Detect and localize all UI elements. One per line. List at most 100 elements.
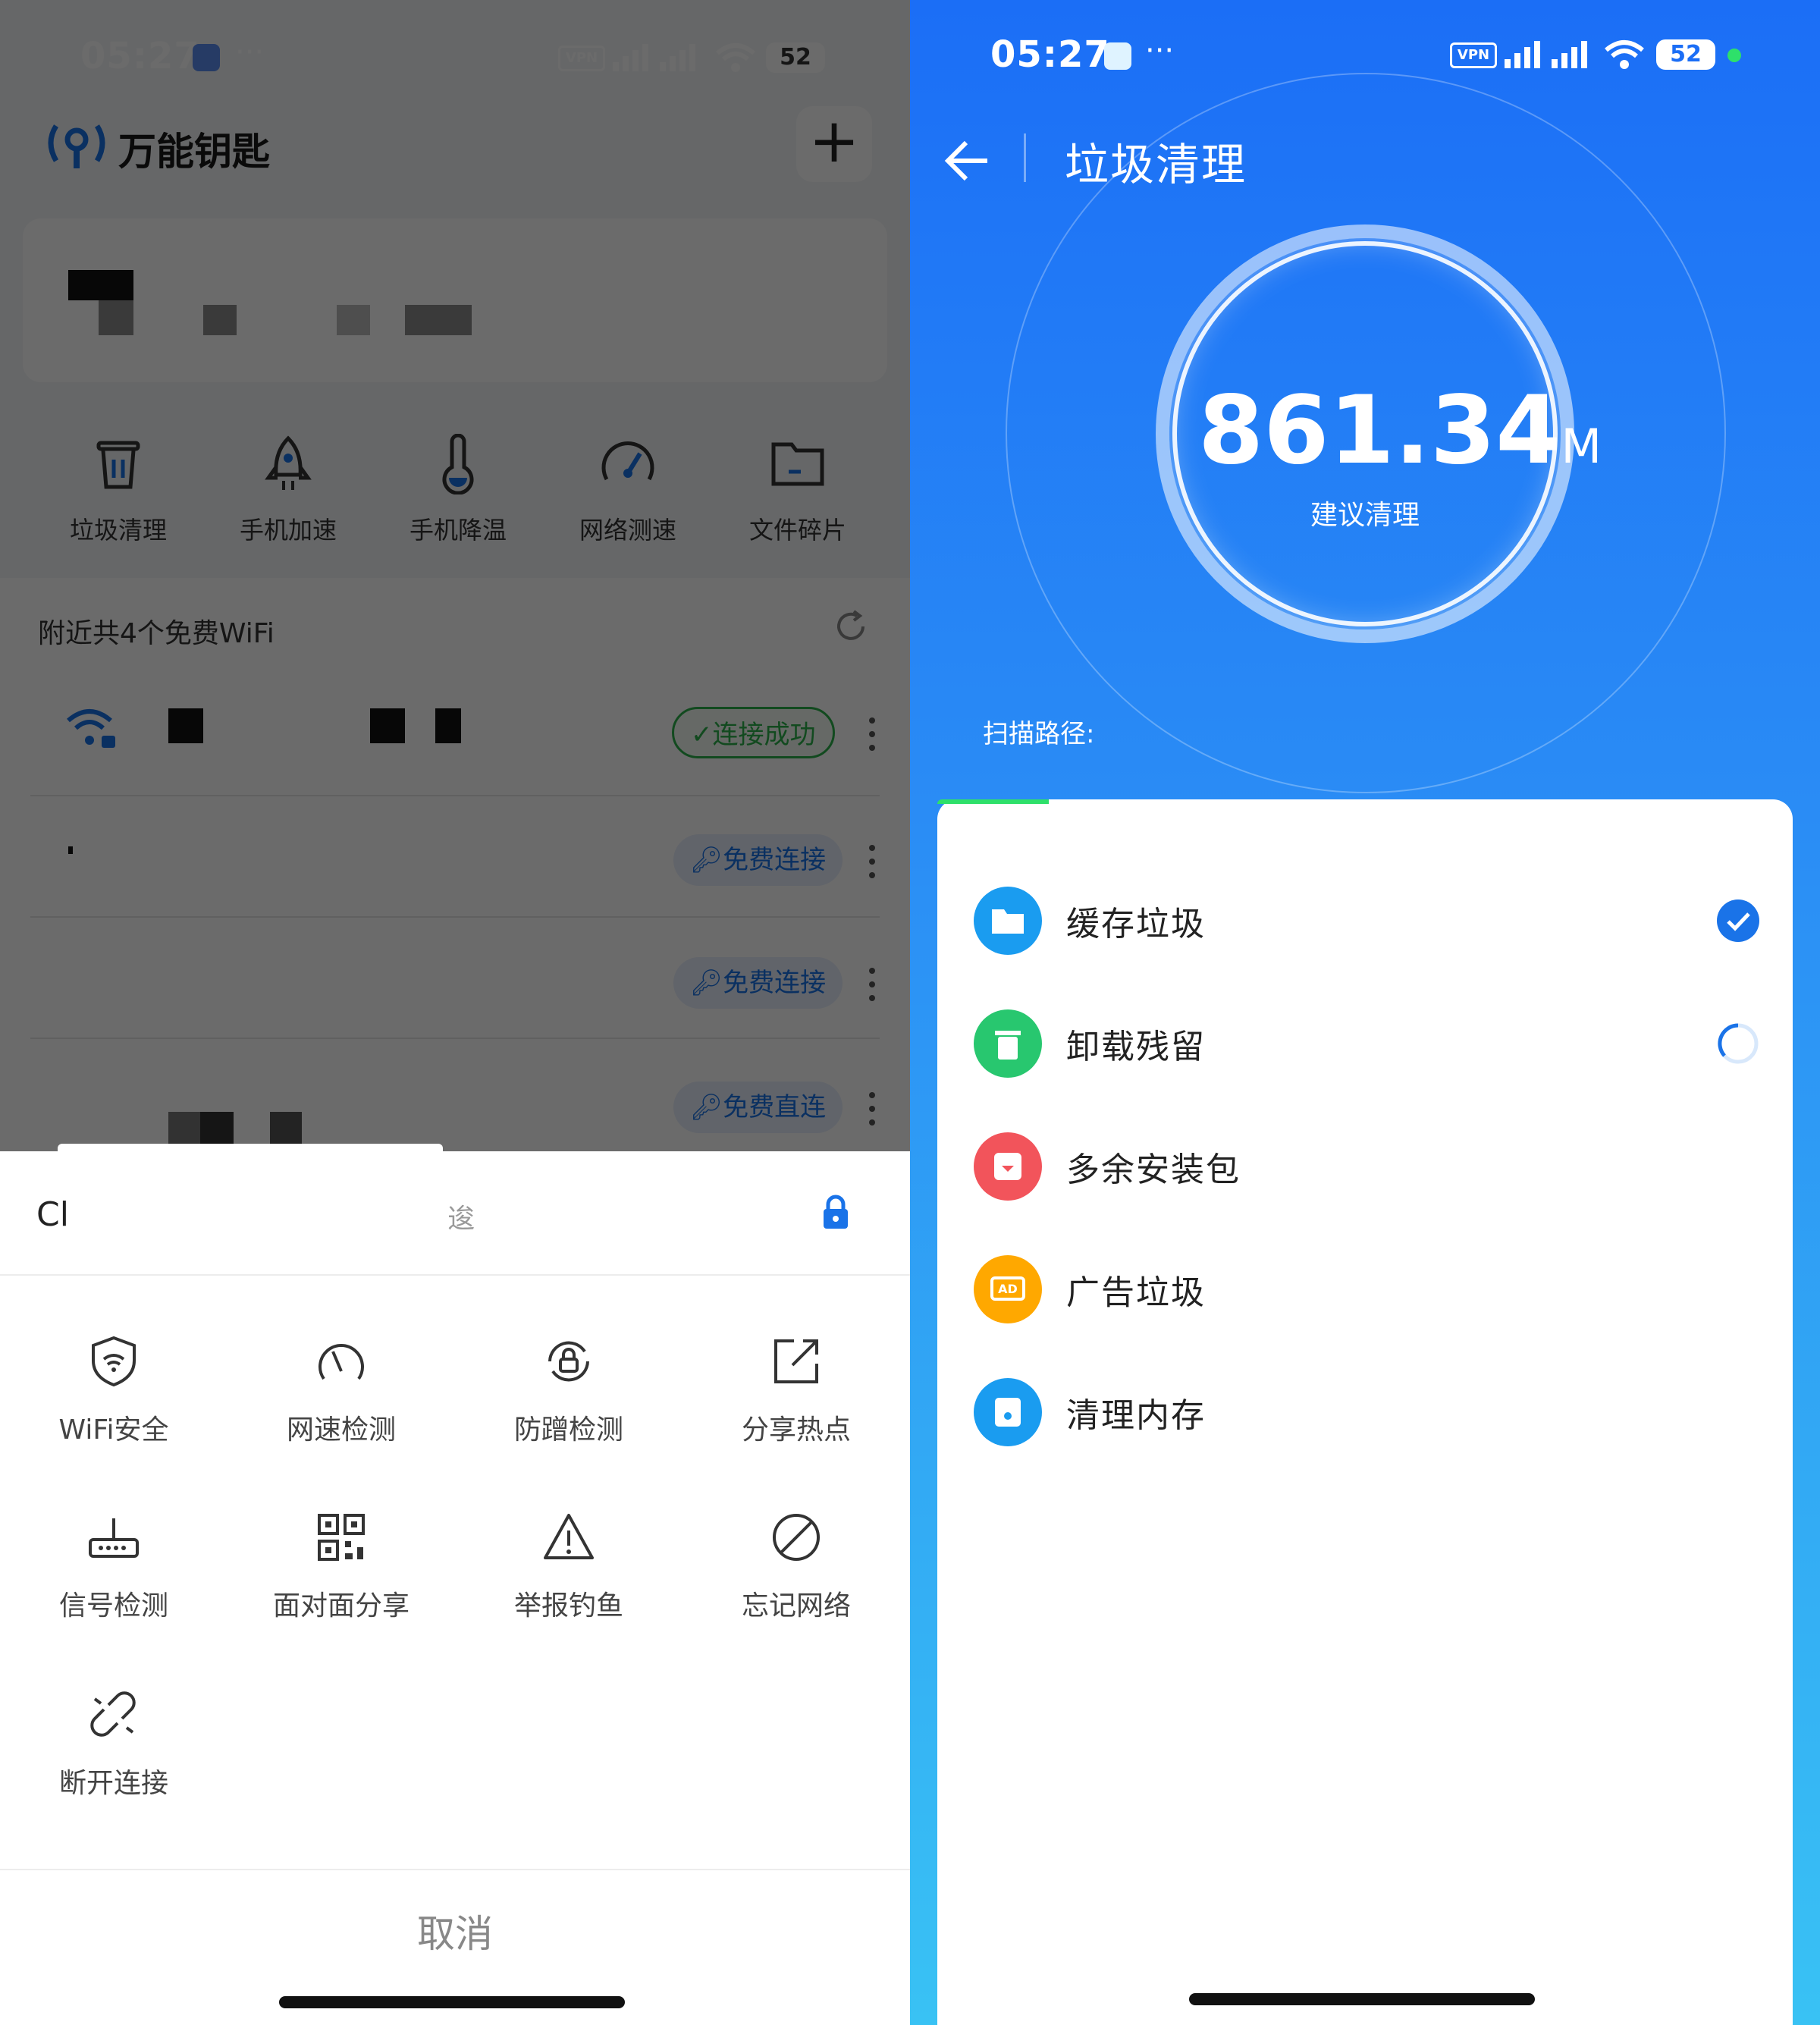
- action-disconnect[interactable]: 断开连接: [0, 1688, 228, 1801]
- refresh-icon[interactable]: [834, 610, 868, 643]
- junk-size: 861.34M: [1198, 376, 1602, 485]
- free-direct-connect-button[interactable]: 🔑︎免费直连: [673, 1082, 843, 1133]
- active-dot: [1727, 49, 1741, 62]
- folder-icon: [771, 442, 824, 486]
- action-label: 举报钓鱼: [513, 1590, 623, 1622]
- status-more: ···: [235, 35, 265, 70]
- package-icon: [974, 1132, 1042, 1201]
- action-speed-check[interactable]: 网速检测: [228, 1335, 455, 1447]
- action-label: 防蹭检测: [513, 1414, 623, 1446]
- speedometer-icon: [601, 441, 654, 481]
- more-options-icon[interactable]: [868, 1089, 877, 1129]
- battery-indicator: 52: [1656, 39, 1715, 70]
- action-face-share[interactable]: 面对面分享: [228, 1511, 455, 1623]
- action-anti-freeload[interactable]: 防蹭检测: [455, 1335, 682, 1447]
- scan-item-label: 广告垃圾: [1066, 1273, 1206, 1312]
- check-circle-icon: [1717, 899, 1759, 942]
- back-arrow-icon[interactable]: [943, 137, 992, 185]
- action-forget-network[interactable]: 忘记网络: [682, 1511, 910, 1623]
- scan-item-uninstall-residue[interactable]: 卸载残留: [974, 998, 1762, 1089]
- free-connect-button[interactable]: 🔑︎免费连接: [673, 957, 843, 1009]
- action-label: 网速检测: [286, 1414, 396, 1446]
- tool-label: 垃圾清理: [69, 516, 167, 545]
- rocket-icon: [265, 435, 312, 490]
- svg-text:AD: AD: [998, 1282, 1018, 1296]
- vpn-icon: VPN: [558, 46, 605, 71]
- trash-icon: [96, 441, 140, 489]
- signal-icon: [1505, 41, 1587, 68]
- free-direct-label: 免费直连: [723, 1092, 827, 1122]
- wifi-list-item[interactable]: 🔑︎免费连接: [30, 918, 880, 1039]
- tool-label: 手机加速: [239, 516, 337, 545]
- tool-label: 文件碎片: [748, 516, 846, 545]
- folder-icon: [974, 887, 1042, 955]
- tool-network-speed[interactable]: 网络测速: [552, 434, 704, 546]
- action-report-phishing[interactable]: 举报钓鱼: [455, 1511, 682, 1623]
- action-signal-check[interactable]: 信号检测: [0, 1511, 228, 1623]
- wifi-list-item[interactable]: 🔑︎免费连接: [30, 796, 880, 918]
- nearby-wifi-count: 附近共4个免费WiFi: [38, 618, 275, 649]
- tool-label: 网络测速: [579, 516, 676, 545]
- vpn-icon: VPN: [1450, 42, 1497, 68]
- key-icon: 🔑︎: [690, 1092, 723, 1122]
- signal-icon: [613, 44, 695, 71]
- free-connect-button[interactable]: 🔑︎免费连接: [673, 834, 843, 886]
- wifi-status-icon: [1605, 40, 1644, 69]
- wifi-list-item[interactable]: ✓连接成功: [30, 675, 880, 796]
- wifi-locked-icon: [67, 709, 115, 748]
- tool-junk-clean[interactable]: 垃圾清理: [42, 434, 194, 546]
- key-icon: 🔑︎: [690, 845, 723, 875]
- tool-file-fragments[interactable]: 文件碎片: [722, 434, 874, 546]
- action-share-hotspot[interactable]: 分享热点: [682, 1335, 910, 1447]
- sheet-ssid: Cl: [36, 1195, 69, 1234]
- scan-item-clean-memory[interactable]: 清理内存: [974, 1367, 1762, 1458]
- thermometer-icon: [442, 433, 474, 495]
- sheet-ssid-suffix: 逡: [447, 1204, 475, 1235]
- free-connect-label: 免费连接: [723, 845, 827, 875]
- scan-item-ad-junk[interactable]: AD 广告垃圾: [974, 1244, 1762, 1335]
- wifi-list-item[interactable]: 🔑︎免费直连: [30, 1039, 880, 1151]
- more-options-icon[interactable]: [868, 965, 877, 1004]
- status-more: ···: [1145, 33, 1175, 68]
- trash-icon: [974, 1009, 1042, 1078]
- connected-badge: ✓连接成功: [672, 707, 835, 758]
- left-screen: 05:27 ··· VPN 52 万能钥匙 + 垃圾清理 手机加速 手机降温 网…: [0, 0, 910, 2025]
- more-options-icon[interactable]: [868, 714, 877, 754]
- app-name: 万能钥匙: [118, 130, 270, 174]
- tool-phone-cool[interactable]: 手机降温: [382, 433, 534, 546]
- cancel-button[interactable]: 取消: [0, 1904, 910, 1958]
- action-label: 分享热点: [741, 1414, 851, 1446]
- scan-item-label: 多余安装包: [1066, 1151, 1241, 1189]
- connected-wifi-card[interactable]: [23, 218, 887, 382]
- recommend-label: 建议清理: [1310, 500, 1420, 531]
- warning-icon: [544, 1514, 594, 1559]
- action-wifi-security[interactable]: WiFi安全: [0, 1335, 228, 1447]
- tool-phone-boost[interactable]: 手机加速: [212, 434, 364, 546]
- header-divider: [1024, 133, 1026, 182]
- loading-spinner-icon: [1718, 1023, 1759, 1064]
- add-button[interactable]: +: [796, 106, 872, 182]
- tool-label: 手机降温: [409, 516, 507, 545]
- wifi-actions-sheet: Cl 逡 WiFi安全 网速检测 防蹭检测 分享热点 信号检测 面对面分享 举报…: [0, 1151, 910, 2025]
- home-indicator[interactable]: [279, 1996, 625, 2008]
- qr-code-icon: [318, 1514, 365, 1561]
- status-time: 05:27: [990, 33, 1110, 76]
- action-label: 面对面分享: [272, 1590, 410, 1622]
- page-title: 垃圾清理: [1065, 139, 1247, 190]
- wifi-status-icon: [716, 43, 755, 72]
- scan-item-cache[interactable]: 缓存垃圾: [974, 875, 1762, 966]
- home-indicator[interactable]: [1189, 1993, 1535, 2005]
- battery-indicator: 52: [766, 42, 825, 73]
- scan-item-label: 卸载残留: [1066, 1028, 1206, 1066]
- scan-item-redundant-packages[interactable]: 多余安装包: [974, 1121, 1762, 1212]
- more-options-icon[interactable]: [868, 842, 877, 881]
- wifi-home-background: 05:27 ··· VPN 52 万能钥匙 + 垃圾清理 手机加速 手机降温 网…: [0, 0, 910, 1151]
- scan-item-label: 缓存垃圾: [1066, 905, 1206, 943]
- sheet-divider: [0, 1869, 910, 1870]
- free-connect-label: 免费连接: [723, 968, 827, 998]
- memory-icon: [974, 1378, 1042, 1446]
- router-icon: [89, 1518, 139, 1558]
- lock-icon: [824, 1195, 848, 1229]
- scan-items-card: 缓存垃圾 卸载残留 多余安装包 AD 广告垃圾 清理内存: [937, 799, 1793, 2025]
- notification-icon: [1104, 42, 1131, 70]
